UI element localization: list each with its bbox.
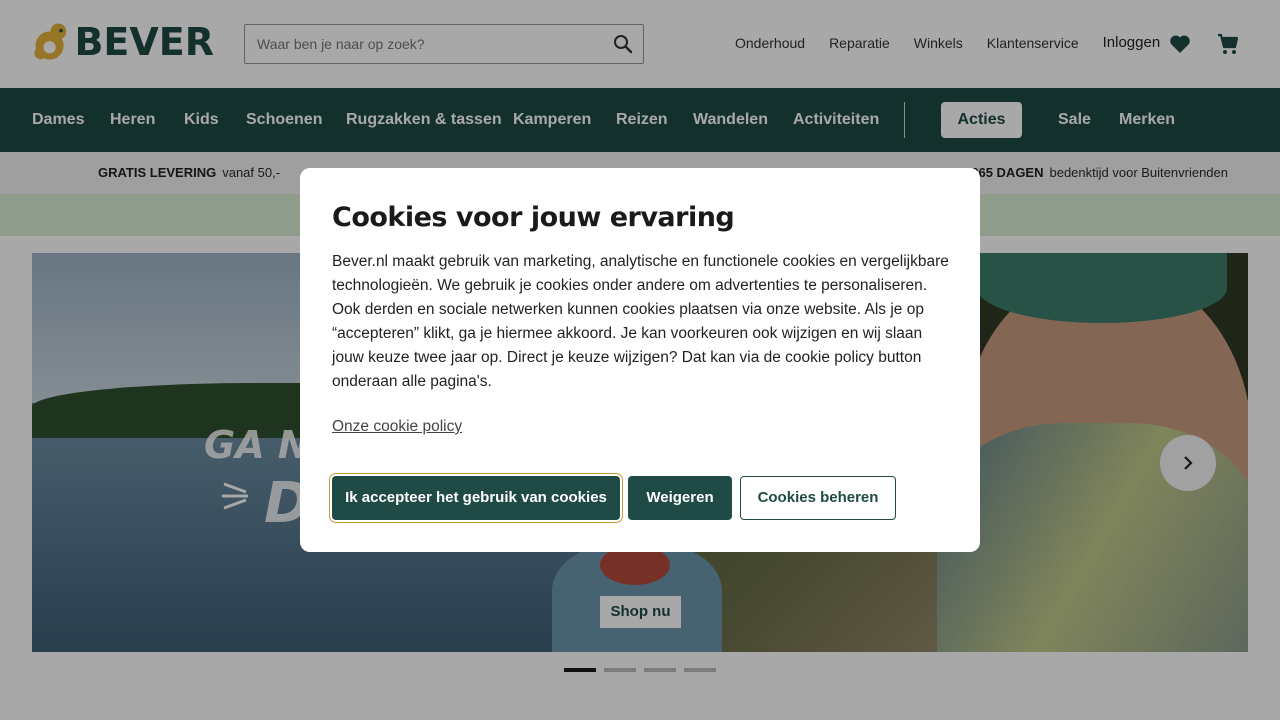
cookie-consent-dialog: Cookies voor jouw ervaring Bever.nl maak… xyxy=(300,168,980,552)
refuse-cookies-button[interactable]: Weigeren xyxy=(628,476,732,520)
cookie-dialog-title: Cookies voor jouw ervaring xyxy=(332,202,735,233)
cookie-policy-link[interactable]: Onze cookie policy xyxy=(332,418,462,436)
accept-cookies-button[interactable]: Ik accepteer het gebruik van cookies xyxy=(332,476,620,520)
cookie-buttons: Ik accepteer het gebruik van cookies Wei… xyxy=(332,476,904,520)
manage-cookies-button[interactable]: Cookies beheren xyxy=(740,476,896,520)
cookie-dialog-body: Bever.nl maakt gebruik van marketing, an… xyxy=(332,253,949,390)
